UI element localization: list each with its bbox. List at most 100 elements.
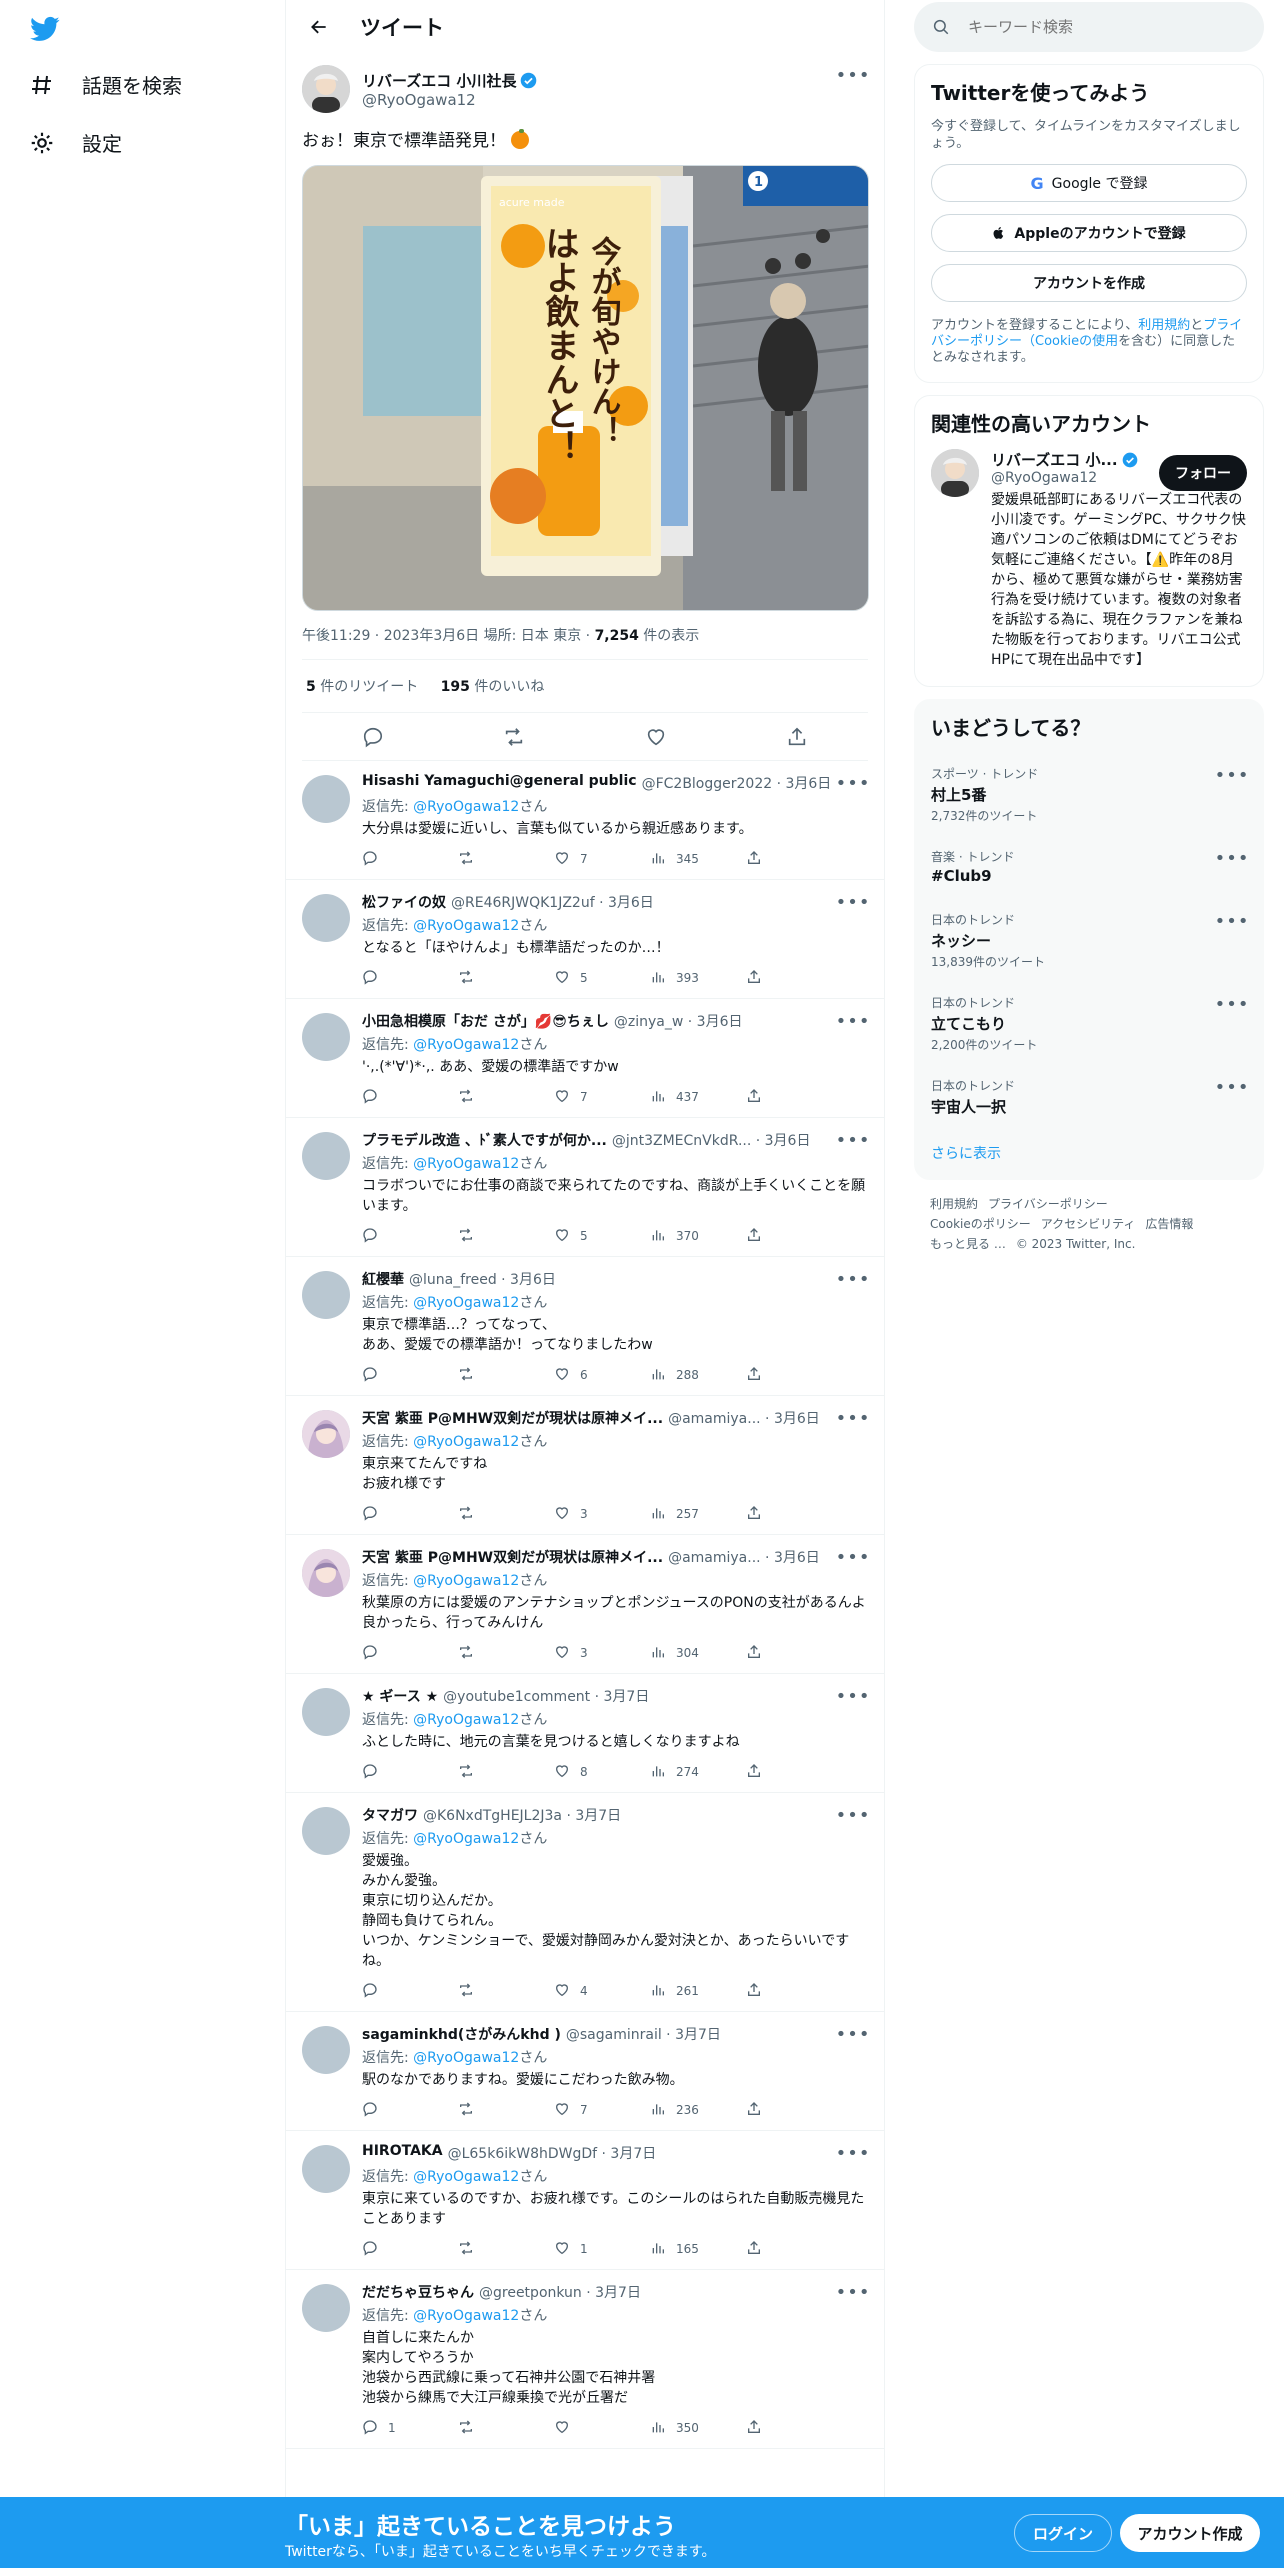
footer-privacy-link[interactable]: プライバシーポリシー (988, 1197, 1108, 1211)
like-icon[interactable] (639, 720, 673, 754)
reply-author-handle[interactable]: @RE46RJWQK1JZ2uf · 3月6日 (451, 892, 654, 912)
retweet-button[interactable] (458, 850, 554, 869)
retweet-button[interactable] (458, 2419, 554, 2438)
views-button[interactable]: 261 (650, 1982, 746, 2001)
more-icon[interactable]: ••• (836, 1130, 870, 1151)
share-button[interactable] (746, 1227, 786, 1246)
views-button[interactable]: 437 (650, 1088, 746, 1107)
avatar[interactable] (302, 1271, 350, 1319)
more-icon[interactable]: ••• (1215, 765, 1249, 786)
more-icon[interactable]: ••• (836, 1547, 870, 1568)
reply-tweet[interactable]: 天宮 紫亜 P@MHW双剣だが現状は原神メイ... @amamiya... · … (286, 1535, 884, 1674)
share-button[interactable] (746, 2419, 786, 2438)
share-button[interactable] (746, 850, 786, 869)
search-input[interactable] (968, 18, 1228, 36)
retweet-button[interactable] (458, 1644, 554, 1663)
more-icon[interactable]: ••• (836, 1011, 870, 1032)
like-button[interactable]: 5 (554, 969, 650, 988)
footer-terms-link[interactable]: 利用規約 (930, 1197, 978, 1211)
views-button[interactable]: 345 (650, 850, 746, 869)
trend-item[interactable]: 日本のトレンド 宇宙人一択 ••• (915, 1065, 1263, 1131)
reply-author-name[interactable]: 小田急相模原「おだ さが」💋😎ちぇし (362, 1011, 609, 1031)
more-icon[interactable]: ••• (1215, 994, 1249, 1015)
trend-item[interactable]: 日本のトレンド 立てこもり 2,200件のツイート ••• (915, 982, 1263, 1065)
reply-to-mention[interactable]: @RyoOgawa12 (413, 799, 519, 815)
reply-button[interactable] (362, 1366, 458, 1385)
create-account-button[interactable]: アカウントを作成 (931, 264, 1247, 302)
reply-author-name[interactable]: 松ファイの奴 (362, 892, 446, 912)
reply-button[interactable]: 1 (362, 2419, 458, 2438)
retweet-button[interactable] (458, 1982, 554, 2001)
reply-to-mention[interactable]: @RyoOgawa12 (413, 2169, 519, 2185)
like-button[interactable]: 7 (554, 850, 650, 869)
retweet-icon[interactable] (497, 720, 531, 754)
reply-tweet[interactable]: プラモデル改造 、ﾄﾞ素人ですが何か... @jnt3ZMECnVkdR... … (286, 1118, 884, 1257)
reply-tweet[interactable]: Hisashi Yamaguchi@general public @FC2Blo… (286, 761, 884, 880)
reply-button[interactable] (362, 969, 458, 988)
avatar[interactable] (302, 1013, 350, 1061)
share-button[interactable] (746, 1763, 786, 1782)
reply-author-name[interactable]: Hisashi Yamaguchi@general public (362, 773, 637, 793)
back-arrow-icon[interactable] (302, 10, 336, 44)
views-button[interactable]: 274 (650, 1763, 746, 1782)
more-icon[interactable]: ••• (836, 2143, 870, 2164)
share-button[interactable] (746, 2240, 786, 2259)
trend-item[interactable]: 音楽 · トレンド #Club9 ••• (915, 836, 1263, 899)
reply-to-mention[interactable]: @RyoOgawa12 (413, 918, 519, 934)
tweet-photo[interactable]: 今が旬やけん！ はよ飲まんと！ acure made 1 (302, 165, 869, 611)
more-icon[interactable]: ••• (836, 65, 870, 86)
like-button[interactable]: 4 (554, 1982, 650, 2001)
more-icon[interactable]: ••• (1215, 848, 1249, 869)
google-signup-button[interactable]: G Google で登録 (931, 164, 1247, 202)
reply-tweet[interactable]: だだちゃ豆ちゃん @greetponkun · 3月7日 ••• 返信先: @R… (286, 2270, 884, 2449)
like-button[interactable]: 8 (554, 1763, 650, 1782)
like-button[interactable]: 7 (554, 1088, 650, 1107)
reply-author-handle[interactable]: @greetponkun · 3月7日 (479, 2282, 641, 2302)
more-icon[interactable]: ••• (836, 2282, 870, 2303)
like-button[interactable]: 1 (554, 2240, 650, 2259)
relevant-name[interactable]: リバーズエコ 小... (991, 449, 1118, 470)
reply-to-mention[interactable]: @RyoOgawa12 (413, 2050, 519, 2066)
views-button[interactable]: 165 (650, 2240, 746, 2259)
more-icon[interactable]: ••• (836, 773, 870, 794)
reply-author-handle[interactable]: @K6NxdTgHEJL2J3a · 3月7日 (423, 1805, 621, 1825)
views-button[interactable]: 370 (650, 1227, 746, 1246)
reply-to-mention[interactable]: @RyoOgawa12 (413, 1434, 519, 1450)
reply-author-name[interactable]: だだちゃ豆ちゃん (362, 2282, 474, 2302)
tweet-timestamp[interactable]: 午後11:29 · 2023年3月6日 場所: 日本 東京 · (302, 628, 595, 644)
reply-button[interactable] (362, 1644, 458, 1663)
relevant-account[interactable]: リバーズエコ 小... @RyoOgawa12 愛媛県砥部町にあるリバーズエコ代… (915, 449, 1263, 686)
retweet-button[interactable] (458, 1505, 554, 1524)
retweet-button[interactable] (458, 2101, 554, 2120)
more-icon[interactable]: ••• (836, 1408, 870, 1429)
reply-button[interactable] (362, 2240, 458, 2259)
avatar[interactable] (302, 894, 350, 942)
login-button[interactable]: ログイン (1014, 2514, 1112, 2552)
terms-link[interactable]: 利用規約 (1138, 318, 1190, 333)
like-button[interactable]: 6 (554, 1366, 650, 1385)
avatar[interactable] (302, 65, 350, 113)
signup-button[interactable]: アカウント作成 (1120, 2514, 1260, 2552)
author-handle[interactable]: @RyoOgawa12 (362, 91, 537, 109)
retweet-button[interactable] (458, 1088, 554, 1107)
retweet-button[interactable] (458, 1763, 554, 1782)
avatar[interactable] (302, 2026, 350, 2074)
more-icon[interactable]: ••• (836, 1686, 870, 1707)
reply-button[interactable] (362, 1227, 458, 1246)
avatar[interactable] (302, 775, 350, 823)
like-button[interactable]: 7 (554, 2101, 650, 2120)
avatar[interactable] (931, 449, 979, 497)
retweets-stat[interactable]: 5 件のリツイート (306, 679, 418, 695)
reply-to-mention[interactable]: @RyoOgawa12 (413, 1712, 519, 1728)
search-box[interactable] (914, 2, 1264, 52)
views-button[interactable]: 257 (650, 1505, 746, 1524)
retweet-button[interactable] (458, 969, 554, 988)
reply-button[interactable] (362, 1088, 458, 1107)
reply-author-name[interactable]: 天宮 紫亜 P@MHW双剣だが現状は原神メイ... (362, 1408, 663, 1428)
reply-button[interactable] (362, 2101, 458, 2120)
nav-explore[interactable]: 話題を検索 (28, 70, 182, 99)
reply-author-name[interactable]: sagaminkhd(さがみんkhd ) (362, 2024, 561, 2044)
reply-author-handle[interactable]: @jnt3ZMECnVkdR... · 3月6日 (612, 1130, 811, 1150)
avatar[interactable] (302, 2284, 350, 2332)
more-icon[interactable]: ••• (836, 1805, 870, 1826)
